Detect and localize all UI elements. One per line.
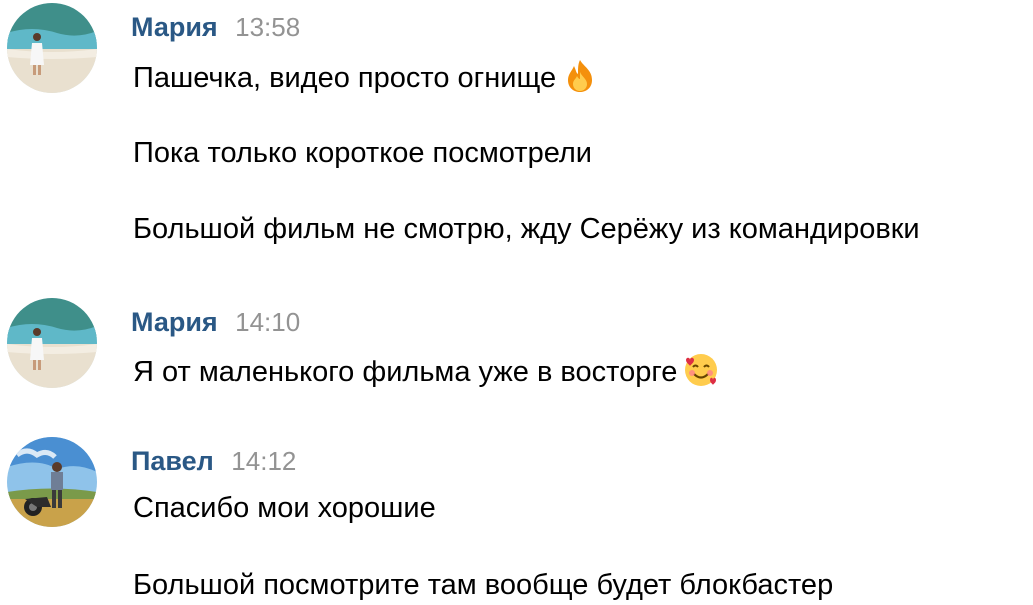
message-text-content: Я от маленького фильма уже в восторге <box>133 356 678 388</box>
message-text: Большой фильм не смотрю, жду Серёжу из к… <box>133 213 920 245</box>
message-time: 13:58 <box>235 12 301 42</box>
message-text: Большой посмотрите там вообще будет блок… <box>133 569 834 601</box>
author-name[interactable]: Мария <box>131 12 218 42</box>
avatar[interactable] <box>7 3 97 93</box>
fire-emoji-icon <box>562 58 598 94</box>
message-text: Пока только короткое посмотрели <box>133 137 592 169</box>
message-text-content: Пашечка, видео просто огнище <box>133 62 557 94</box>
author-name[interactable]: Мария <box>131 307 218 337</box>
message-text: Спасибо мои хорошие <box>133 492 436 524</box>
author-name[interactable]: Павел <box>131 446 214 476</box>
beach-photo-avatar-icon <box>7 3 97 93</box>
smiling-face-with-hearts-emoji-icon <box>683 352 719 388</box>
avatar[interactable] <box>7 437 97 527</box>
motorcycle-photo-avatar-icon <box>7 437 97 527</box>
message-time: 14:10 <box>235 307 301 337</box>
message-text: Пашечка, видео просто огнище <box>133 58 598 95</box>
message-time: 14:12 <box>231 446 297 476</box>
beach-photo-avatar-icon <box>7 298 97 388</box>
avatar[interactable] <box>7 298 97 388</box>
message-text: Я от маленького фильма уже в восторге <box>133 352 719 389</box>
